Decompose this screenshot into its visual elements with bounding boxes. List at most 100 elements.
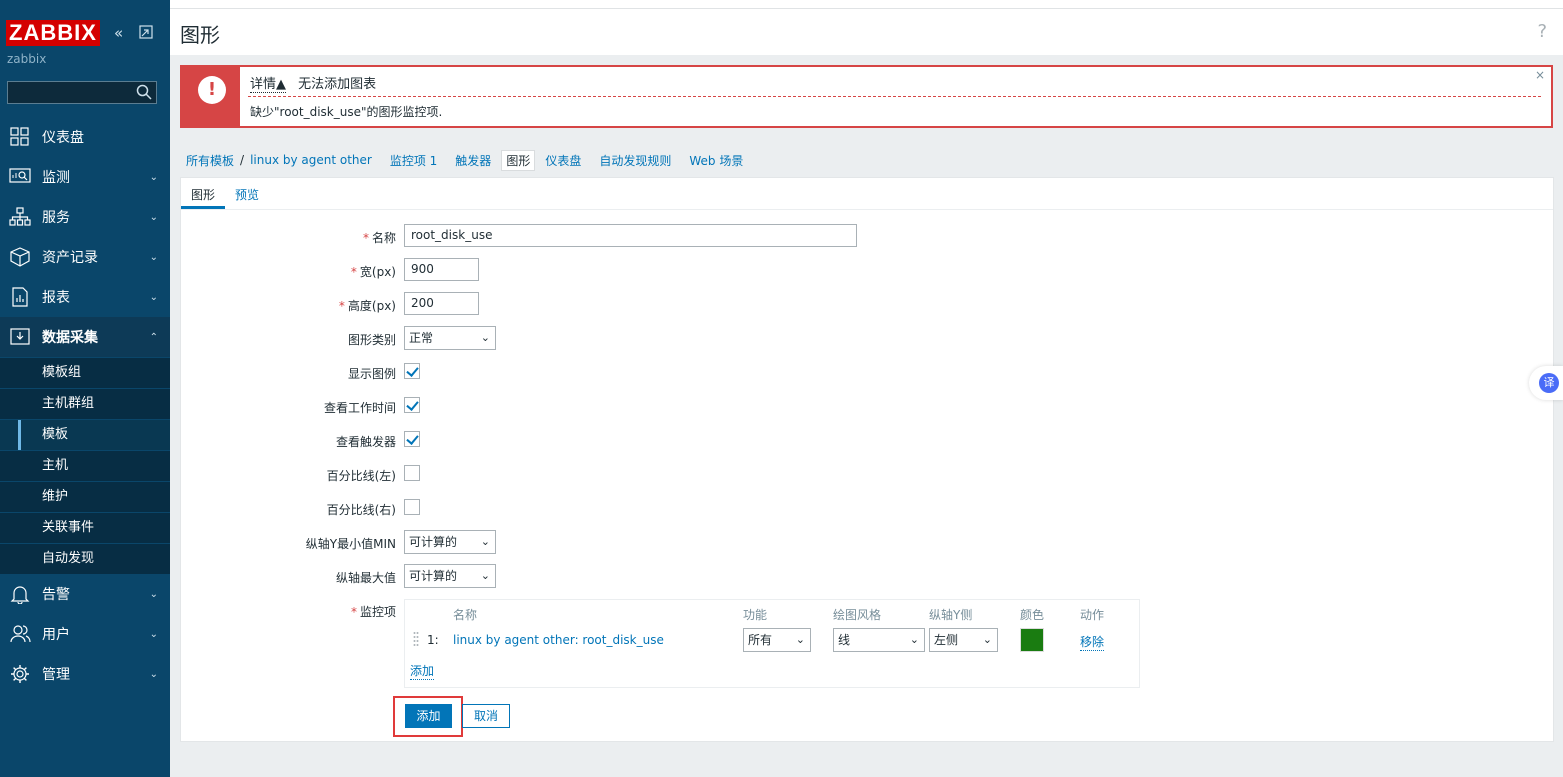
submenu-item-maintenance[interactable]: 维护 [0,481,170,512]
menu-item-reports[interactable]: 报表 ⌄ [0,277,170,317]
show-worktime-checkbox[interactable] [404,397,420,413]
item-function-select[interactable]: 所有 ⌄ [743,628,811,652]
menu-item-alerts[interactable]: 告警 ⌄ [0,574,170,614]
percentile-left-checkbox[interactable] [404,465,420,481]
error-detail-text: 缺少"root_disk_use"的图形监控项. [250,105,443,119]
submenu-item-discovery[interactable]: 自动发现 [0,543,170,574]
items-header-name: 名称 [453,608,478,622]
items-header-draw-style: 绘图风格 [833,608,882,622]
sidebar-search-input[interactable] [7,81,157,104]
show-triggers-checkbox[interactable] [404,431,420,447]
error-title-text: 无法添加图表 [298,77,377,92]
y-max-select[interactable]: 可计算的 ⌄ [404,564,496,588]
zabbix-logo[interactable]: ZABBIX [6,20,100,46]
width-field[interactable]: 900 [404,258,479,281]
tab-graph[interactable]: 图形 [181,186,226,209]
submenu-item-template-groups[interactable]: 模板组 [0,357,170,388]
kiosk-mode-icon[interactable] [139,25,153,39]
inventory-icon [10,247,30,267]
menu-item-label: 监测 [42,170,70,186]
breadcrumb-all-templates[interactable]: 所有模板 [186,152,234,169]
breadcrumb-web-scenarios[interactable]: Web 场景 [689,152,743,169]
breadcrumb-separator: / [240,153,245,167]
chevron-down-icon: ⌄ [982,633,992,646]
items-label: * 监控项 [350,605,396,619]
menu-item-label: 告警 [42,587,70,603]
error-message-box: ! 详情▲ 无法添加图表 缺少"root_disk_use"的图形监控项. × [180,65,1553,128]
menu-item-administration[interactable]: 管理 ⌄ [0,654,170,694]
menu-item-label: 资产记录 [42,250,98,266]
chevron-up-icon: ⌃ [149,331,158,343]
search-icon[interactable] [135,83,153,101]
item-remove-link[interactable]: 移除 [1080,633,1105,651]
chevron-down-icon: ⌄ [480,535,490,548]
server-name: zabbix [7,52,47,66]
submenu-item-templates[interactable]: 模板 [0,419,170,450]
name-label: * 名称 [362,231,396,245]
y-min-select[interactable]: 可计算的 ⌄ [404,530,496,554]
menu-item-users[interactable]: 用户 ⌄ [0,614,170,654]
gear-icon [11,665,29,683]
show-legend-checkbox[interactable] [404,363,420,379]
menu-item-data-collection[interactable]: 数据采集 ⌃ [0,317,170,357]
translate-widget[interactable]: 译 [1529,366,1563,400]
submenu-item-hosts[interactable]: 主机 [0,450,170,481]
item-draw-style-select[interactable]: 线 ⌄ [833,628,925,652]
add-button[interactable]: 添加 [405,704,452,728]
close-icon[interactable]: × [1535,68,1545,82]
submenu-item-host-groups[interactable]: 主机群组 [0,388,170,419]
breadcrumb-template[interactable]: linux by agent other [250,153,372,167]
show-worktime-label: 查看工作时间 [323,401,396,415]
percentile-left-label: 百分比线(左) [326,469,396,483]
menu-item-services[interactable]: 服务 ⌄ [0,197,170,237]
show-legend-label: 显示图例 [347,367,396,381]
breadcrumb: 所有模板 / linux by agent other 监控项 1 触发器 图形… [186,149,743,171]
add-item-link[interactable]: 添加 [410,662,435,680]
height-field[interactable]: 200 [404,292,479,315]
chevron-down-icon: ⌄ [480,331,490,344]
breadcrumb-items[interactable]: 监控项 1 [390,152,437,169]
menu-item-label: 服务 [42,210,70,226]
menu-item-monitoring[interactable]: 监测 ⌄ [0,157,170,197]
dashboard-icon [10,127,29,146]
graph-form-panel: 图形 预览 * 名称 root_disk_use * 宽(px) 900 * 高度(p… [180,177,1554,742]
percentile-right-checkbox[interactable] [404,499,420,515]
error-divider [248,96,1541,97]
collapse-sidebar-icon[interactable]: « [114,24,123,42]
help-icon[interactable]: ? [1537,21,1547,42]
name-field[interactable]: root_disk_use [404,224,857,247]
item-name-link[interactable]: linux by agent other: root_disk_use [453,633,664,647]
item-color-swatch[interactable] [1020,628,1044,652]
monitoring-icon [9,168,31,183]
menu-item-inventory[interactable]: 资产记录 ⌄ [0,237,170,277]
menu-item-dashboard[interactable]: 仪表盘 [0,117,170,157]
item-index: 1: [427,633,439,647]
bell-icon [10,586,30,604]
submenu-item-event-correlation[interactable]: 关联事件 [0,512,170,543]
items-table: 名称 功能 绘图风格 纵轴Y侧 颜色 动作 1: linux by agent … [404,599,1140,688]
chevron-down-icon: ⌄ [149,628,158,640]
data-collection-submenu: 模板组 主机群组 模板 主机 维护 关联事件 自动发现 [0,357,170,574]
graph-type-select[interactable]: 正常 ⌄ [404,326,496,350]
breadcrumb-dashboards[interactable]: 仪表盘 [545,152,581,169]
breadcrumb-graphs[interactable]: 图形 [501,149,536,171]
chevron-down-icon: ⌄ [909,633,919,646]
menu-item-label: 报表 [42,290,70,306]
drag-handle-icon[interactable] [413,631,419,647]
cancel-button[interactable]: 取消 [462,704,510,728]
chevron-down-icon: ⌄ [149,291,158,303]
show-triggers-label: 查看触发器 [335,435,396,449]
y-max-label: 纵轴最大值 [335,571,396,585]
tab-preview[interactable]: 预览 [235,186,259,203]
items-header-color: 颜色 [1020,608,1045,622]
items-header-y-axis-side: 纵轴Y侧 [929,608,973,622]
chevron-down-icon: ⌄ [149,668,158,680]
breadcrumb-discovery-rules[interactable]: 自动发现规则 [599,152,671,169]
chevron-down-icon: ⌄ [149,211,158,223]
error-icon-area: ! [182,67,240,126]
breadcrumb-triggers[interactable]: 触发器 [455,152,491,169]
translate-icon[interactable]: 译 [1539,373,1559,393]
sidebar: ZABBIX « zabbix 仪表盘 监测 ⌄ 服务 ⌄ 资产记录 ⌄ 报表 … [0,0,170,777]
item-y-axis-select[interactable]: 左侧 ⌄ [929,628,998,652]
error-details-toggle[interactable]: 详情▲ [250,77,286,93]
